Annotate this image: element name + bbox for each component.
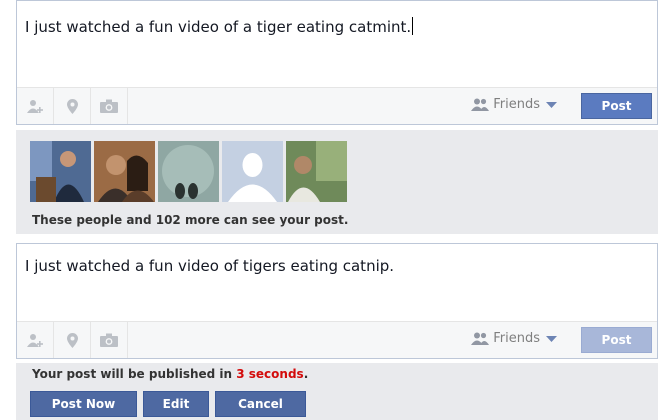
publish-countdown-panel: Your post will be published in 3 seconds… [16,363,658,420]
avatar-photo [94,141,155,202]
audience-selector[interactable]: Friends [471,331,557,346]
cancel-button[interactable]: Cancel [215,391,306,417]
photo-button[interactable] [91,322,128,358]
avatar-placeholder [222,141,283,202]
photo-button[interactable] [91,88,128,124]
status-textarea[interactable]: I just watched a fun video of a tiger ea… [17,1,657,36]
avatar-friend-3[interactable] [158,141,219,202]
location-button[interactable] [54,88,91,124]
friends-audience-icon [471,332,490,345]
post-now-button[interactable]: Post Now [30,391,137,417]
edit-button[interactable]: Edit [143,391,209,417]
post-composer-pending: I just watched a fun video of tigers eat… [16,243,658,359]
publish-message: Your post will be published in 3 seconds… [32,367,308,381]
text-cursor [412,17,414,35]
status-text: I just watched a fun video of tigers eat… [25,257,395,275]
dropdown-caret-icon [546,335,557,342]
status-text: I just watched a fun video of a tiger ea… [25,18,412,36]
tag-friends-icon [27,334,43,347]
dropdown-caret-icon [546,101,557,108]
visibility-caption: These people and 102 more can see your p… [32,213,349,227]
post-button[interactable]: Post [581,93,652,119]
tag-friends-button[interactable] [17,88,54,124]
status-textarea[interactable]: I just watched a fun video of tigers eat… [17,244,657,275]
friends-audience-icon [471,98,490,111]
location-button[interactable] [54,322,91,358]
location-pin-icon [66,332,78,348]
audience-preview-panel: These people and 102 more can see your p… [16,130,658,234]
audience-label: Friends [493,97,540,112]
composer-toolbar: Friends Post [17,87,657,124]
avatar-friend-1[interactable] [30,141,91,202]
tag-friends-button[interactable] [17,322,54,358]
post-button-disabled: Post [581,327,652,353]
tag-friends-icon [27,100,43,113]
avatar-photo [158,141,219,202]
camera-icon [100,333,118,347]
composer-toolbar: Friends Post [17,321,657,358]
avatar-list [30,141,350,202]
location-pin-icon [66,98,78,114]
audience-selector[interactable]: Friends [471,97,557,112]
avatar-friend-5[interactable] [286,141,347,202]
avatar-friend-4[interactable] [222,141,283,202]
audience-label: Friends [493,331,540,346]
avatar-photo [30,141,91,202]
post-composer: I just watched a fun video of a tiger ea… [16,0,658,125]
avatar-friend-2[interactable] [94,141,155,202]
countdown-seconds: 3 seconds [236,367,304,381]
publish-message-suffix: . [303,367,309,381]
publish-message-prefix: Your post will be published in [32,367,237,381]
camera-icon [100,99,118,113]
avatar-photo [286,141,347,202]
